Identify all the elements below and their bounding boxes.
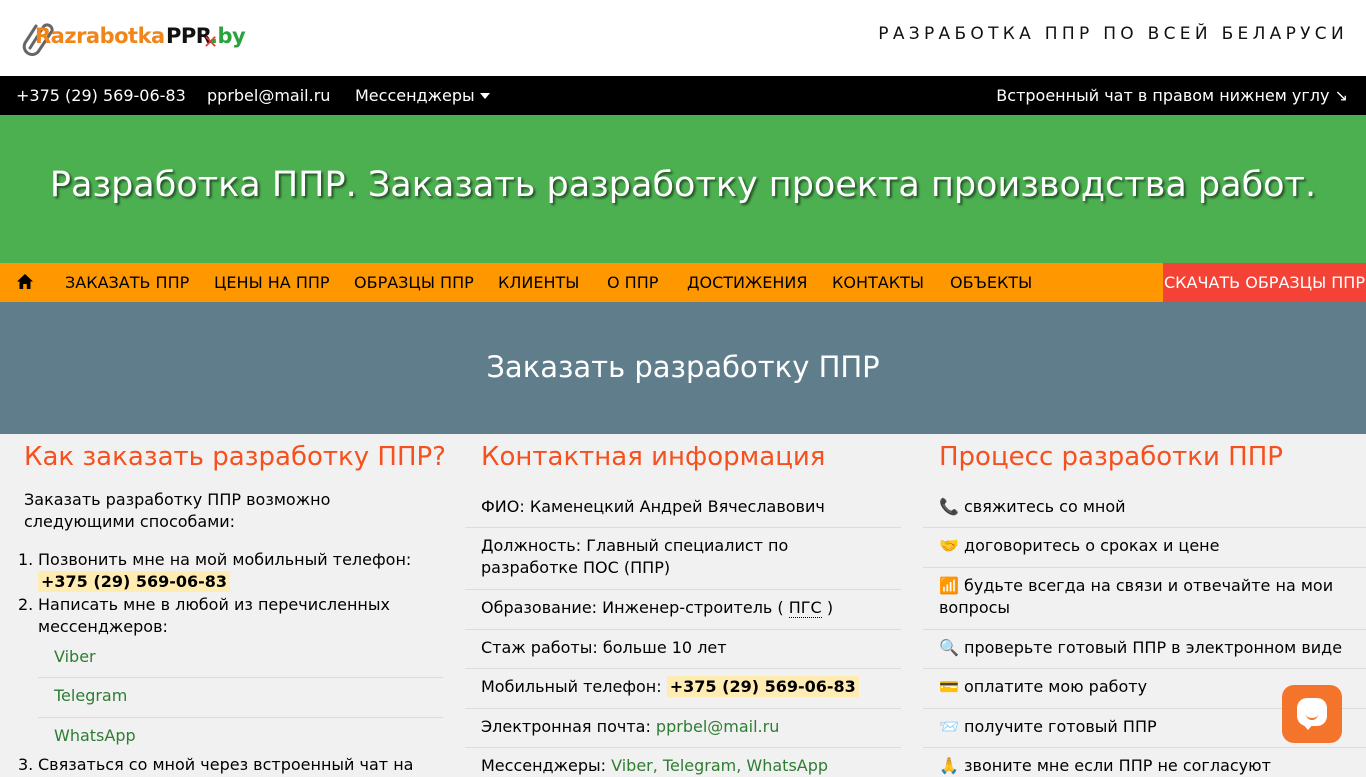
divider xyxy=(465,747,901,748)
value: Каменецкий Андрей Вячеславович xyxy=(529,497,825,516)
tagline: РАЗРАБОТКА ППР ПО ВСЕЙ БЕЛАРУСИ xyxy=(878,24,1348,44)
process-step: 💳 оплатите мою работу xyxy=(939,677,1148,696)
mobile-phone-link[interactable]: +375 (29) 569-06-83 xyxy=(666,676,859,697)
value: больше 10 лет xyxy=(602,638,727,657)
top-contact-bar: +375 (29) 569-06-83 pprbel@mail.ru Мессе… xyxy=(0,76,1366,115)
process-step: 🙏 звоните мне если ППР не согласуют xyxy=(939,756,1271,775)
nav-item-samples[interactable]: ОБРАЗЦЫ ППР xyxy=(354,273,474,292)
divider xyxy=(465,589,901,590)
messenger-viber-link[interactable]: Viber xyxy=(54,646,96,668)
nav-item-about[interactable]: О ППР xyxy=(607,273,658,292)
step-2-text: Написать мне в любой из перечисленных ме… xyxy=(38,595,390,636)
logo-text-3: .by xyxy=(210,24,246,48)
step-number-3: 3. xyxy=(18,755,34,774)
contact-education: Образование: Инженер-строитель ( ПГС ) xyxy=(481,597,833,619)
divider xyxy=(38,677,443,678)
caret-down-icon xyxy=(479,93,490,99)
page-title: Заказать разработку ППР xyxy=(486,350,880,384)
chat-note: Встроенный чат в правом нижнем углу ↘ xyxy=(996,86,1348,105)
messengers-links[interactable]: Viber, Telegram, WhatsApp xyxy=(611,756,828,775)
contact-position: Должность: Главный специалист по разрабо… xyxy=(481,535,881,579)
messenger-whatsapp-link[interactable]: WhatsApp xyxy=(54,725,136,747)
divider xyxy=(923,747,1366,748)
process-step: 📶 будьте всегда на связи и отвечайте на … xyxy=(939,576,1334,617)
label: Электронная почта: xyxy=(481,717,651,736)
contact-info-heading: Контактная информация xyxy=(481,442,826,472)
nav-item-order[interactable]: ЗАКАЗАТЬ ППР xyxy=(65,273,189,292)
hero-section: Разработка ППР. Заказать разработку прое… xyxy=(0,115,1366,263)
process-heading: Процесс разработки ППР xyxy=(939,442,1283,472)
contact-email: Электронная почта: pprbel@mail.ru xyxy=(481,716,779,738)
divider xyxy=(38,717,443,718)
how-to-order-heading: Как заказать разработку ППР? xyxy=(24,442,446,472)
chat-widget-button[interactable] xyxy=(1282,685,1342,743)
label: Образование: xyxy=(481,598,598,617)
process-step: 📨 получите готовый ППР xyxy=(939,717,1157,736)
download-samples-button[interactable]: СКАЧАТЬ ОБРАЗЦЫ ППР xyxy=(1163,263,1366,302)
topbar-email-link[interactable]: pprbel@mail.ru xyxy=(207,86,330,105)
nav-item-contacts[interactable]: КОНТАКТЫ xyxy=(832,273,924,292)
messengers-label: Мессенджеры xyxy=(355,86,475,105)
site-header: Razrabotka PPR ✕ .by РАЗРАБОТКА ППР ПО В… xyxy=(0,0,1366,76)
divider xyxy=(465,708,901,709)
logo-text-1: Razrabotka xyxy=(35,24,165,48)
nav-item-clients[interactable]: КЛИЕНТЫ xyxy=(498,273,579,292)
divider xyxy=(465,668,901,669)
contact-mobile: Мобильный телефон: +375 (29) 569-06-83 xyxy=(481,676,859,698)
nav-item-objects[interactable]: ОБЪЕКТЫ xyxy=(950,273,1032,292)
how-intro: Заказать разработку ППР возможно следующ… xyxy=(24,490,331,531)
divider xyxy=(923,567,1366,568)
process-step: 📞 свяжитесь со мной xyxy=(939,497,1126,516)
step-1-phone[interactable]: +375 (29) 569-06-83 xyxy=(38,571,231,592)
label: ФИО: xyxy=(481,497,525,516)
main-nav: ЗАКАЗАТЬ ППР ЦЕНЫ НА ППР ОБРАЗЦЫ ППР КЛИ… xyxy=(0,263,1366,302)
smile-icon xyxy=(1306,712,1318,720)
label: Мессенджеры: xyxy=(481,756,607,775)
nav-item-prices[interactable]: ЦЕНЫ НА ППР xyxy=(214,273,330,292)
divider xyxy=(923,668,1366,669)
site-logo[interactable]: Razrabotka PPR ✕ .by xyxy=(16,18,246,56)
contact-name: ФИО: Каменецкий Андрей Вячеславович xyxy=(481,496,825,518)
hero-title: Разработка ППР. Заказать разработку прое… xyxy=(49,165,1317,205)
contact-experience: Стаж работы: больше 10 лет xyxy=(481,637,727,659)
process-step: 🔍 проверьте готовый ППР в электронном ви… xyxy=(939,638,1343,657)
process-step: 🤝 договоритесь о сроках и цене xyxy=(939,536,1220,555)
abbr: ПГС xyxy=(788,598,822,618)
divider xyxy=(465,629,901,630)
label: Должность: xyxy=(481,536,582,555)
label: Стаж работы: xyxy=(481,638,598,657)
divider xyxy=(465,527,901,528)
email-link[interactable]: pprbel@mail.ru xyxy=(656,717,779,736)
divider xyxy=(923,527,1366,528)
chat-bubble-tail xyxy=(1302,723,1314,730)
contact-messengers: Мессенджеры: Viber, Telegram, WhatsApp xyxy=(481,755,828,777)
messenger-telegram-link[interactable]: Telegram xyxy=(54,685,127,707)
step-1-text: Позвонить мне на мой мобильный телефон: xyxy=(38,550,412,569)
step-1: Позвонить мне на мой мобильный телефон: … xyxy=(38,549,438,593)
nav-item-achievements[interactable]: ДОСТИЖЕНИЯ xyxy=(687,273,807,292)
step-3-text: Связаться со мной через встроенный чат н… xyxy=(38,755,414,774)
page-banner: Заказать разработку ППР xyxy=(0,302,1366,434)
step-number-2: 2. xyxy=(18,595,34,614)
value: Инженер-строитель ( xyxy=(602,598,784,617)
messengers-dropdown[interactable]: Мессенджеры xyxy=(355,86,490,105)
chat-bubble-icon xyxy=(1297,698,1327,726)
label: Мобильный телефон: xyxy=(481,677,662,696)
topbar-phone-link[interactable]: +375 (29) 569-06-83 xyxy=(16,86,186,105)
divider xyxy=(923,629,1366,630)
step-number-1: 1. xyxy=(18,550,34,569)
home-icon[interactable] xyxy=(16,273,34,291)
value-end: ) xyxy=(826,598,834,617)
